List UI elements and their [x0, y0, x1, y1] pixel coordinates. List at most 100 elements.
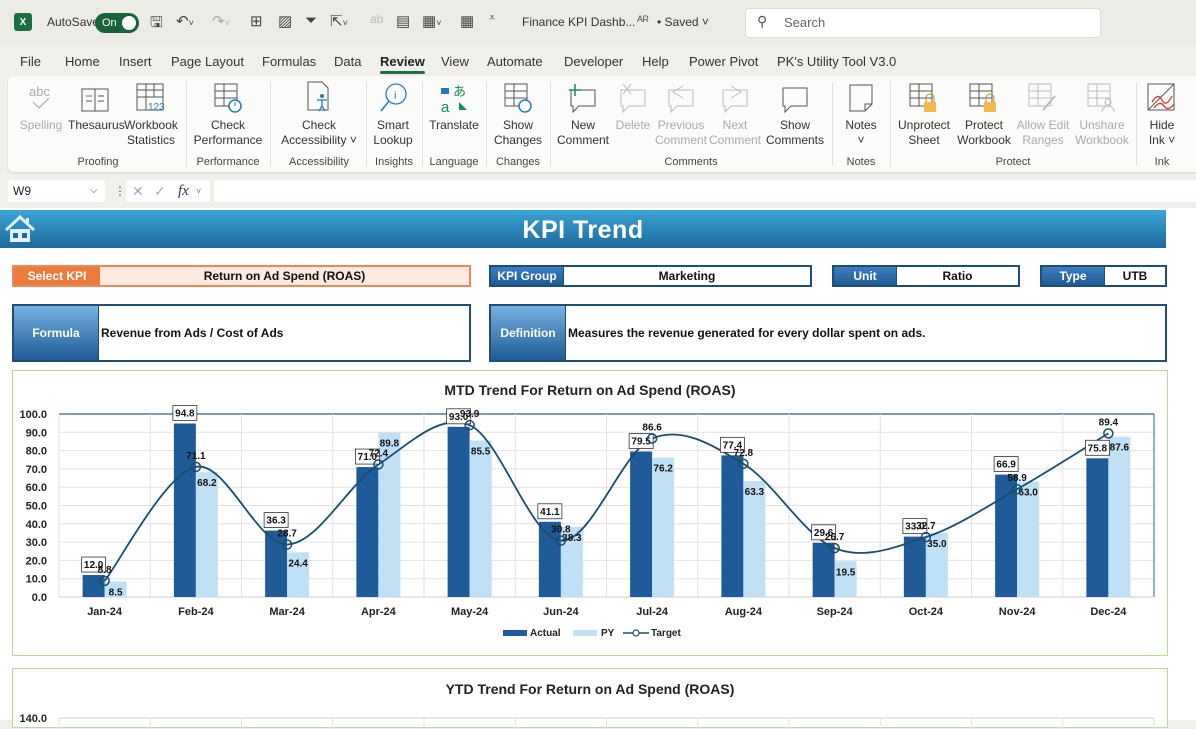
- mtd-chart[interactable]: MTD Trend For Return on Ad Spend (ROAS) …: [12, 370, 1168, 656]
- translate-button[interactable]: あa Translate: [426, 80, 482, 133]
- next-comment-icon: [708, 80, 762, 118]
- new-comment-button[interactable]: New Comment: [554, 80, 612, 148]
- data-label-actual: 36.3: [266, 516, 286, 527]
- insert-function-icon[interactable]: fx: [178, 180, 189, 202]
- group-ink: Ink: [1154, 156, 1170, 168]
- data-label-py: 8.5: [109, 587, 123, 598]
- tab-data[interactable]: Data: [334, 54, 361, 69]
- allow-edit-ranges-button[interactable]: Allow Edit Ranges: [1014, 80, 1072, 148]
- tab-page-layout[interactable]: Page Layout: [171, 54, 244, 69]
- protect-workbook-button[interactable]: Protect Workbook: [954, 80, 1014, 148]
- thesaurus-button[interactable]: Thesaurus: [68, 80, 125, 133]
- x-tick-label: Jun-24: [543, 606, 579, 618]
- worksheet: KPI Trend Select KPI Return on Ad Spend …: [0, 208, 1196, 729]
- bar-actual: [630, 451, 653, 597]
- tab-power-pivot[interactable]: Power Pivot: [689, 54, 758, 69]
- legend-swatch-actual: [503, 630, 527, 636]
- autosave-toggle[interactable]: On: [95, 13, 139, 33]
- unprotect-label: Unprotect: [897, 118, 951, 132]
- show-changes-button[interactable]: Show Changes: [490, 80, 546, 148]
- y-tick-label: 50.0: [26, 501, 47, 513]
- chevron-down-icon[interactable]: ⌵: [90, 180, 98, 202]
- smart-lookup-button[interactable]: i Smart Lookup: [370, 80, 416, 148]
- spelling-button[interactable]: abc Spelling: [16, 80, 66, 133]
- filter-icon[interactable]: ⏷: [305, 12, 317, 29]
- hide-ink-button[interactable]: Hide Ink ˅: [1140, 80, 1184, 148]
- mtd-chart-plot: 100.0 90.0 80.0 70.0 60.0 50.0 40.0 30.0 20.0 10.…: [19, 405, 1155, 639]
- chevron-down-icon[interactable]: ˅: [196, 180, 201, 202]
- marker-target: [646, 433, 658, 444]
- undo-icon[interactable]: ↶˅: [176, 12, 194, 30]
- tab-automate[interactable]: Automate: [487, 54, 543, 69]
- tab-formulas[interactable]: Formulas: [262, 54, 316, 69]
- sheet-label: Sheet: [908, 133, 940, 147]
- x-tick-label: Nov-24: [999, 606, 1037, 618]
- kpi-banner: KPI Trend: [0, 210, 1166, 248]
- unshare-workbook-button[interactable]: Unshare Workbook: [1072, 80, 1132, 148]
- bar-py: [195, 472, 218, 597]
- ranges-label: Ranges: [1022, 133, 1064, 147]
- formula-bar: W9 ⌵ ⋮ ✕ ✓ fx ˅: [0, 176, 1196, 206]
- cancel-icon[interactable]: ✕: [132, 180, 144, 202]
- calculator-icon[interactable]: ▦˅: [422, 12, 441, 30]
- redo-icon[interactable]: ↷˅: [212, 12, 230, 30]
- allow-edit-label: Allow Edit: [1016, 118, 1070, 132]
- formula-box: Formula Revenue from Ads / Cost of Ads: [12, 304, 471, 362]
- delete-comment-button[interactable]: Delete: [612, 80, 654, 133]
- spelling-icon[interactable]: ab: [370, 12, 383, 26]
- check-accessibility-button[interactable]: Check Accessibility ˅: [276, 80, 362, 148]
- data-label-target: 30.8: [551, 525, 571, 536]
- tab-pk-utility-tool[interactable]: PK's Utility Tool V3.0: [777, 54, 896, 69]
- unprotect-sheet-button[interactable]: Unprotect Sheet: [894, 80, 954, 148]
- next-comment-button[interactable]: Next Comment: [708, 80, 762, 148]
- changes-label: Changes: [493, 133, 543, 147]
- tab-developer[interactable]: Developer: [564, 54, 623, 69]
- calculator2-icon[interactable]: ▦: [460, 12, 474, 30]
- picture-icon[interactable]: ▨: [278, 12, 292, 30]
- check-performance-button[interactable]: Check Performance: [192, 80, 264, 148]
- formula-input[interactable]: [214, 180, 1196, 202]
- show-comments-button[interactable]: Show Comments: [762, 80, 828, 148]
- y-tick-label: 70.0: [26, 464, 47, 476]
- legend-label-actual: Actual: [530, 628, 561, 639]
- tab-help[interactable]: Help: [642, 54, 669, 69]
- thesaurus-icon: [68, 80, 122, 118]
- enter-icon[interactable]: ✓: [154, 180, 166, 202]
- unprotect-sheet-icon: [894, 80, 954, 118]
- notes-button[interactable]: Notes ˅: [836, 80, 886, 148]
- tab-review[interactable]: Review: [380, 54, 425, 74]
- ink-label: Ink ˅: [1148, 133, 1176, 147]
- save-status[interactable]: • Saved ˅: [657, 15, 709, 29]
- workbook-statistics-button[interactable]: 123 Workbook Statistics: [122, 80, 180, 148]
- borders-icon[interactable]: ⊞: [250, 12, 263, 30]
- data-label-actual: 66.9: [996, 460, 1016, 471]
- marker-target: [555, 535, 567, 546]
- form-icon[interactable]: ▤: [396, 12, 410, 30]
- document-title[interactable]: Finance KPI Dashb...: [522, 15, 635, 29]
- show-label: Show: [779, 118, 811, 132]
- spelling-label: Spelling: [19, 118, 63, 132]
- bar-actual: [903, 536, 926, 597]
- save-icon[interactable]: 🖫: [150, 12, 163, 37]
- new-comment-icon: [554, 80, 612, 118]
- tab-home[interactable]: Home: [65, 54, 100, 69]
- check-accessibility-icon: [276, 80, 362, 118]
- y-tick-label: 80.0: [26, 446, 47, 458]
- previous-comment-button[interactable]: Previous Comment: [654, 80, 708, 148]
- tab-insert[interactable]: Insert: [119, 54, 152, 69]
- search-icon: ⚲: [757, 13, 768, 29]
- share-icon[interactable]: ⇱˅: [330, 12, 348, 30]
- search-input[interactable]: Search: [745, 8, 1101, 38]
- performance-label: Performance: [193, 133, 263, 147]
- page-title: KPI Trend: [522, 216, 644, 244]
- customize-icon[interactable]: ⩡: [489, 12, 495, 25]
- tab-view[interactable]: View: [441, 54, 469, 69]
- select-kpi-dropdown[interactable]: Return on Ad Spend (ROAS): [100, 267, 469, 285]
- comment-label: Comment: [654, 133, 707, 147]
- x-tick-label: Jul-24: [636, 606, 669, 618]
- more-options-icon[interactable]: ⋮: [114, 184, 126, 198]
- ytd-chart[interactable]: YTD Trend For Return on Ad Spend (ROAS) …: [12, 668, 1168, 729]
- select-kpi-field: Select KPI Return on Ad Spend (ROAS): [12, 265, 471, 287]
- data-label-py: 19.5: [836, 567, 856, 578]
- tab-file[interactable]: File: [20, 54, 41, 69]
